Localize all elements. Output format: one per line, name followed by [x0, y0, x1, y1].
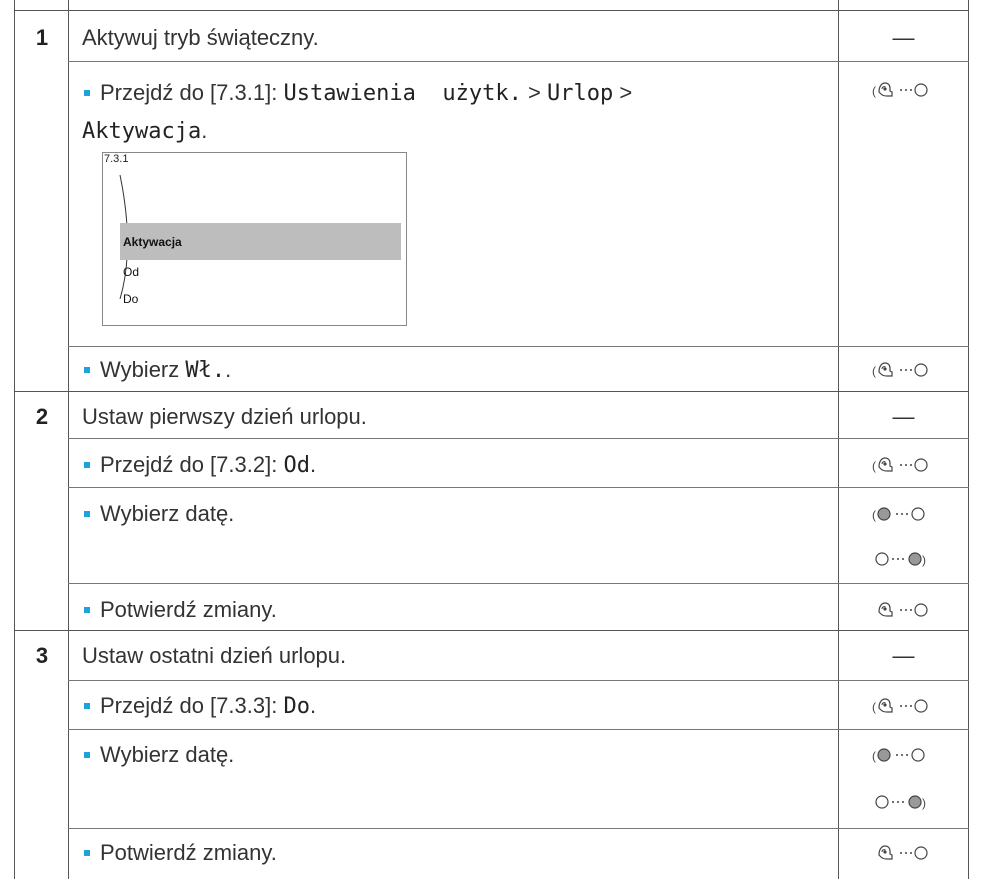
turn-left-dial-icon: (: [838, 504, 969, 524]
substep-navigate: Przejdź do [7.3.2]: Od.: [82, 452, 316, 478]
bullet-icon: [84, 751, 90, 758]
substep-navigate: Przejdź do [7.3.1]: Ustawienia użytk. > …: [82, 80, 633, 144]
turn-press-left-dial-icon: (: [838, 80, 969, 100]
press-left-dial-icon: [838, 600, 969, 620]
svg-text:(: (: [872, 84, 876, 98]
substep-select: Wybierz Wł..: [82, 357, 231, 383]
svg-text:(: (: [872, 700, 876, 714]
substep-confirm: Potwierdź zmiany.: [82, 597, 277, 623]
substep-navigate: Przejdź do [7.3.3]: Do.: [82, 693, 316, 719]
press-left-dial-icon: [838, 843, 969, 863]
turn-press-left-dial-icon: (: [838, 696, 969, 716]
bullet-icon: [84, 606, 90, 613]
turn-right-dial-icon: ): [838, 792, 969, 812]
step-title: Ustaw pierwszy dzień urlopu.: [82, 404, 367, 429]
screen-option: Do: [123, 292, 139, 306]
step-title: Aktywuj tryb świąteczny.: [82, 25, 319, 50]
no-action-dash: —: [892, 404, 915, 429]
substep-select-date: Wybierz datę.: [82, 742, 234, 768]
bullet-icon: [84, 849, 90, 856]
step-title: Ustaw ostatni dzień urlopu.: [82, 643, 347, 668]
svg-text:(: (: [872, 364, 876, 378]
no-action-dash: —: [892, 643, 915, 668]
step-number: 1: [35, 25, 49, 50]
turn-press-left-dial-icon: (: [838, 360, 969, 380]
bullet-icon: [84, 702, 90, 709]
step-number: 2: [35, 404, 49, 429]
turn-right-dial-icon: ): [838, 549, 969, 569]
turn-left-dial-icon: (: [838, 745, 969, 765]
substep-confirm: Potwierdź zmiany.: [82, 840, 277, 866]
svg-text:(: (: [872, 459, 876, 473]
turn-press-left-dial-icon: (: [838, 455, 969, 475]
svg-text:): ): [922, 553, 926, 567]
bullet-icon: [84, 89, 90, 96]
bullet-icon: [84, 366, 90, 373]
bullet-icon: [84, 510, 90, 517]
substep-select-date: Wybierz datę.: [82, 501, 234, 527]
controller-screen: 7.3.1 Aktywacja Od Do: [102, 152, 407, 326]
no-action-dash: —: [892, 25, 915, 50]
svg-text:(: (: [872, 749, 876, 763]
step-number: 3: [35, 643, 49, 668]
svg-text:): ): [922, 796, 926, 810]
svg-text:(: (: [872, 508, 876, 522]
bullet-icon: [84, 461, 90, 468]
screen-selected-item: Aktywacja: [120, 223, 401, 260]
screen-option: Od: [123, 265, 140, 279]
